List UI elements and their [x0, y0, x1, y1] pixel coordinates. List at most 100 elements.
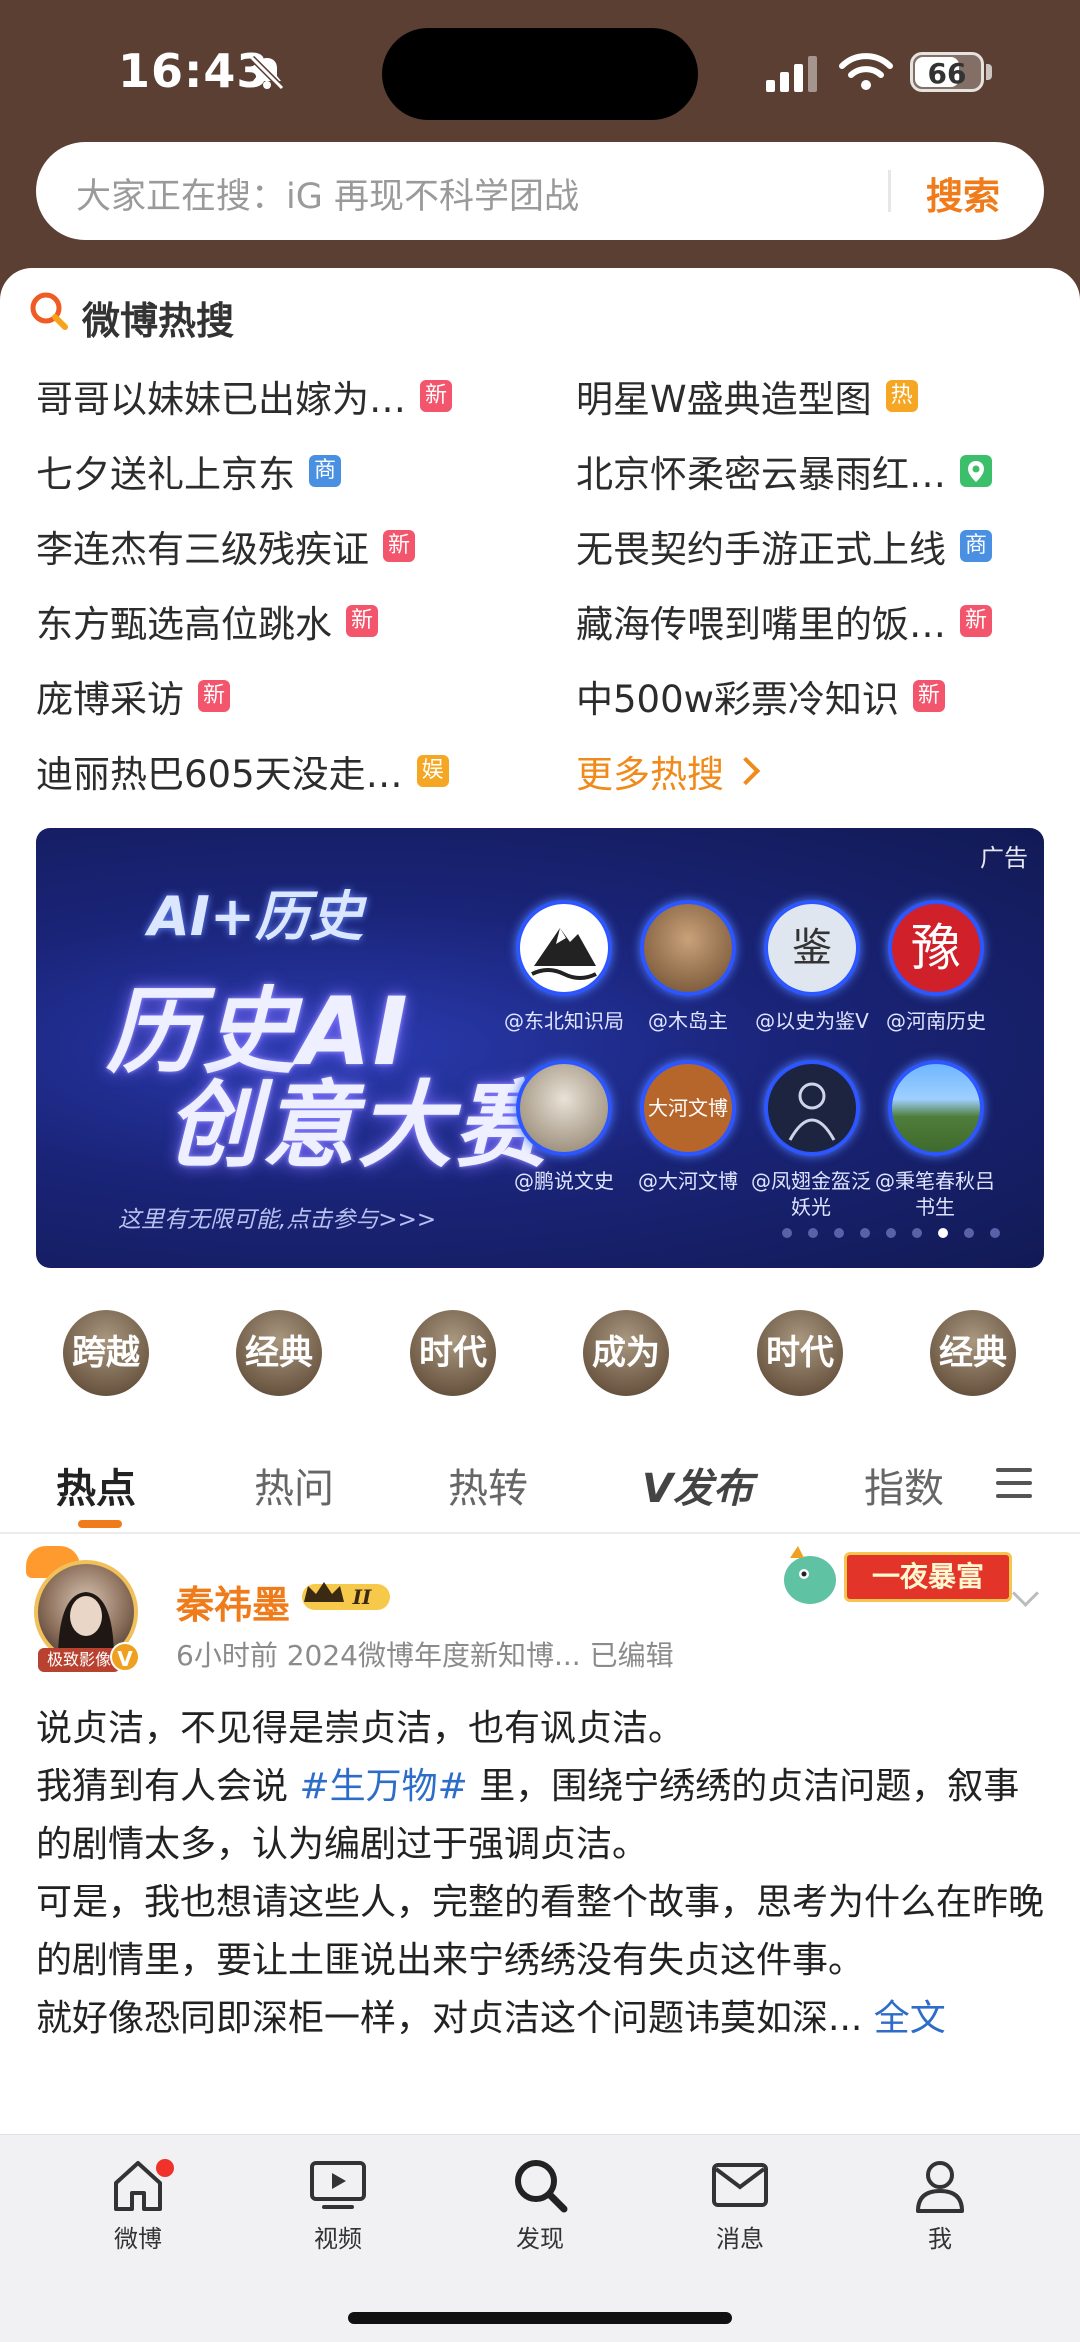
new-tag-badge: 新: [198, 680, 230, 712]
new-tag-badge: 新: [346, 605, 378, 637]
nav-label: 我: [928, 2225, 952, 2253]
verified-v-icon: V: [110, 1642, 140, 1672]
person-avatar-icon[interactable]: [516, 1060, 612, 1156]
nav-discover[interactable]: 发现: [480, 2155, 600, 2254]
carousel-dot: [808, 1228, 818, 1238]
mail-icon: [712, 2163, 768, 2207]
hot-item[interactable]: 藏海传喂到嘴里的饭… 新: [576, 591, 992, 651]
promo-badge[interactable]: 一夜暴富: [774, 1530, 1024, 1614]
hot-item-text: 哥哥以妹妹已出嫁为…: [36, 378, 406, 421]
hot-item[interactable]: 无畏契约手游正式上线 商: [576, 516, 992, 576]
post-meta: 6小时前 2024微博年度新知博... 已编辑: [176, 1639, 674, 1672]
search-input[interactable]: 大家正在搜：iG 再现不科学团战: [76, 168, 579, 219]
bottom-nav: 微博 视频 发现 消息 我: [0, 2134, 1080, 2342]
tab-v-publish-label: 发布: [672, 1466, 753, 1512]
ad-account-label: @东北知识局: [504, 1009, 624, 1033]
jian-avatar-icon[interactable]: 鉴: [764, 900, 860, 996]
nav-label: 微博: [114, 2225, 162, 2253]
post-body[interactable]: 说贞洁，不见得是崇贞洁，也有讽贞洁。 我猜到有人会说 #生万物# 里，围绕宁绣绣…: [36, 1700, 1046, 2048]
hot-item[interactable]: 庞博采访 新: [36, 666, 230, 726]
hot-search-title: 微博热搜: [82, 299, 235, 343]
hot-item[interactable]: 明星W盛典造型图 热: [576, 366, 918, 426]
hot-item[interactable]: 七夕送礼上京东 商: [36, 441, 341, 501]
ad-call-to-action[interactable]: 这里有无限可能,点击参与>>>: [118, 1200, 436, 1234]
ad-headline-line2: 创意大赛: [166, 1072, 551, 1181]
post-text: 我猜到有人会说: [36, 1766, 300, 1807]
carousel-dot: [860, 1228, 870, 1238]
home-indicator: [348, 2312, 732, 2324]
battery-percent: 66: [927, 57, 967, 90]
carousel-dot: [782, 1228, 792, 1238]
tab-index[interactable]: 指数: [864, 1456, 944, 1514]
statue-avatar-icon[interactable]: [640, 900, 736, 996]
hot-item-text: 无畏契约手游正式上线: [576, 528, 946, 571]
battery-indicator: 66: [910, 52, 984, 92]
hot-item[interactable]: 李连杰有三级残疾证 新: [36, 516, 415, 576]
hot-item[interactable]: 中500w彩票冷知识 新: [576, 666, 945, 726]
landscape-avatar-icon[interactable]: [888, 1060, 984, 1156]
hot-item[interactable]: 哥哥以妹妹已出嫁为… 新: [36, 366, 452, 426]
nav-me[interactable]: 我: [880, 2155, 1000, 2254]
tab-hot-questions[interactable]: 热问: [254, 1456, 334, 1514]
hashtag-link[interactable]: #生万物#: [299, 1766, 467, 1807]
new-tag-badge: 新: [420, 380, 452, 412]
hot-item-text: 中500w彩票冷知识: [576, 678, 899, 721]
carousel-dot: [834, 1228, 844, 1238]
signal-icon: [766, 56, 817, 92]
warrior-avatar-icon[interactable]: [764, 1060, 860, 1156]
menu-icon[interactable]: [996, 1468, 1032, 1507]
search-button[interactable]: 搜索: [926, 166, 1000, 220]
promo-text: 一夜暴富: [844, 1552, 1012, 1602]
new-tag-badge: 新: [383, 530, 415, 562]
search-bar[interactable]: 大家正在搜：iG 再现不科学团战 搜索: [36, 142, 1044, 240]
video-icon: [310, 2161, 366, 2209]
mute-bell-icon: [249, 55, 285, 91]
topic-pill[interactable]: 经典: [930, 1310, 1016, 1396]
hot-item[interactable]: 北京怀柔密云暴雨红…: [576, 441, 992, 501]
topic-pill[interactable]: 时代: [757, 1310, 843, 1396]
commerce-tag-badge: 商: [960, 530, 992, 562]
active-tab-indicator: [78, 1520, 122, 1528]
nav-messages[interactable]: 消息: [680, 2155, 800, 2254]
topic-pill[interactable]: 时代: [410, 1310, 496, 1396]
avatar-banner: 极致影像: [38, 1648, 120, 1672]
location-pin-icon: [960, 455, 992, 487]
carousel-dots: [782, 1228, 1000, 1238]
ad-banner[interactable]: 广告 AI+历史 历史AI 创意大赛 这里有无限可能,点击参与>>> 鉴 豫 @…: [36, 828, 1044, 1268]
user-icon: [916, 2161, 964, 2213]
henan-avatar-icon[interactable]: 豫: [888, 900, 984, 996]
ad-account-label: @凤翅金盔泛妖光: [751, 1169, 871, 1219]
hot-item-text: 庞博采访: [36, 678, 184, 721]
hot-item-text: 李连杰有三级残疾证: [36, 528, 369, 571]
hot-item-text: 北京怀柔密云暴雨红…: [576, 453, 946, 496]
more-hot-search-link[interactable]: 更多热搜: [576, 741, 761, 801]
tab-v-publish[interactable]: V发布: [642, 1456, 753, 1514]
dahe-avatar-icon[interactable]: 大河文博: [640, 1060, 736, 1156]
ad-label: 广告: [980, 844, 1028, 872]
mountain-avatar-icon[interactable]: [516, 900, 612, 996]
ad-account-label: @以史为鉴V: [755, 1009, 869, 1033]
level-text: II: [352, 1585, 372, 1609]
wifi-icon: [839, 53, 893, 90]
new-tag-badge: 新: [912, 680, 945, 712]
post-paragraph: 可是，我也想请这些人，完整的看整个故事，思考为什么在昨晚的剧情里，要让土匪说出来…: [36, 1882, 1045, 1981]
topic-pill[interactable]: 跨越: [63, 1310, 149, 1396]
v-logo-icon: V: [642, 1466, 673, 1512]
dragon-decoration-icon: [784, 1546, 836, 1604]
tab-hot-reposts[interactable]: 热转: [448, 1456, 528, 1514]
entertainment-tag-badge: 娱: [416, 755, 449, 787]
hot-item[interactable]: 东方甄选高位跳水 新: [36, 591, 378, 651]
ad-account-label: @大河文博: [638, 1169, 738, 1193]
topic-pill[interactable]: 成为: [583, 1310, 669, 1396]
chevron-right-icon: [731, 756, 761, 786]
post-paragraph: 就好像恐同即深柜一样，对贞洁这个问题讳莫如深... 全文: [36, 1990, 1046, 2048]
topic-pill[interactable]: 经典: [236, 1310, 322, 1396]
carousel-dot: [990, 1228, 1000, 1238]
hot-item[interactable]: 迪丽热巴605天没走… 娱: [36, 741, 449, 801]
post-author[interactable]: 秦祎墨: [176, 1574, 290, 1629]
nav-weibo[interactable]: 微博: [78, 2155, 198, 2254]
full-text-link[interactable]: 全文: [874, 1998, 946, 2039]
tab-hot[interactable]: 热点: [56, 1456, 136, 1514]
commerce-tag-badge: 商: [309, 455, 341, 487]
nav-video[interactable]: 视频: [278, 2155, 398, 2254]
